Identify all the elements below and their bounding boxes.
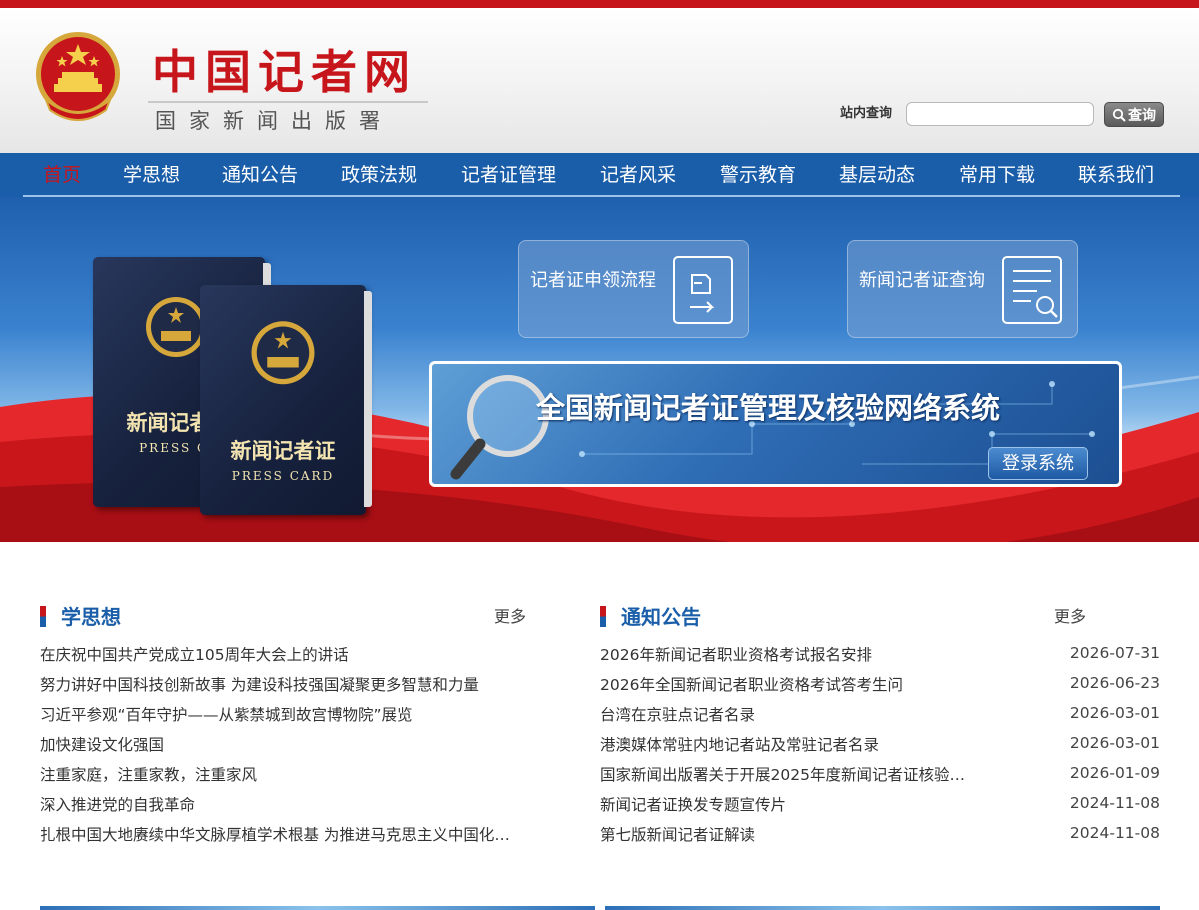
notice-list-item[interactable]: 2026年新闻记者职业资格考试报名安排 [600, 640, 1000, 670]
nav-item-local-news[interactable]: 基层动态 [839, 162, 915, 188]
press-card-search-link[interactable]: 新闻记者证查询 [847, 240, 1078, 338]
study-list-item[interactable]: 在庆祝中国共产党成立105周年大会上的讲话 [40, 640, 560, 670]
notices-more-link[interactable]: 更多 [1054, 605, 1086, 629]
system-title: 全国新闻记者证管理及核验网络系统 [536, 391, 1001, 425]
press-card-front: 新闻记者证 PRESS CARD [200, 285, 372, 515]
notices-section-header: 通知公告 [600, 603, 1100, 631]
top-accent-line [0, 0, 1199, 8]
notice-date: 2026-03-01 [1069, 734, 1160, 752]
notice-list-item[interactable]: 新闻记者证换发专题宣传片 [600, 790, 1000, 820]
press-card-front-subtitle: PRESS CARD [231, 469, 335, 483]
press-card-search-label: 新闻记者证查询 [859, 270, 985, 291]
study-list-item[interactable]: 扎根中国大地赓续中华文脉厚植学术根基 为推进马克思主义中国化… [40, 820, 560, 850]
study-section-header: 学思想 [40, 603, 540, 631]
site-header: 中国记者网 国家新闻出版署 站内查询 查询 [0, 8, 1199, 153]
bottom-banner-strip [605, 906, 1160, 910]
study-more-link[interactable]: 更多 [494, 605, 526, 629]
notice-date: 2026-07-31 [1069, 644, 1160, 662]
notice-date: 2026-01-09 [1069, 764, 1160, 782]
notice-date: 2026-06-23 [1069, 674, 1160, 692]
press-card-application-link[interactable]: 记者证申领流程 [518, 240, 749, 338]
site-title: 中国记者网 [152, 45, 417, 99]
notices-section-title: 通知公告 [621, 605, 701, 629]
nav-item-study[interactable]: 学思想 [123, 162, 180, 188]
nav-item-notices[interactable]: 通知公告 [222, 162, 298, 188]
notice-list-item[interactable]: 2026年全国新闻记者职业资格考试答考生问 [600, 670, 1000, 700]
nav-item-contact[interactable]: 联系我们 [1078, 162, 1154, 188]
search-input[interactable] [906, 102, 1094, 126]
search-icon [1112, 108, 1126, 122]
nav-item-policies[interactable]: 政策法规 [341, 162, 417, 188]
login-button[interactable]: 登录系统 [988, 447, 1088, 480]
study-section-title: 学思想 [61, 605, 121, 629]
notice-list-item[interactable]: 港澳媒体常驻内地记者站及常驻记者名录 [600, 730, 1000, 760]
title-divider [148, 101, 428, 103]
study-list-item[interactable]: 习近平参观“百年守护——从紫禁城到故宫博物院”展览 [40, 700, 560, 730]
search-label: 站内查询 [840, 106, 893, 121]
press-card-front-title: 新闻记者证 [230, 438, 336, 463]
hand-pointing-document-icon [673, 256, 733, 324]
search-button-label: 查询 [1128, 107, 1156, 124]
search-button[interactable]: 查询 [1104, 102, 1164, 127]
bottom-banner-strip [40, 906, 595, 910]
notice-date: 2026-03-01 [1069, 704, 1160, 722]
notice-date: 2024-11-08 [1069, 824, 1160, 842]
notice-list-item[interactable]: 台湾在京驻点记者名录 [600, 700, 1000, 730]
magnifier-icon [450, 375, 549, 480]
nav-item-home[interactable]: 首页 [43, 162, 81, 188]
notice-date: 2024-11-08 [1069, 794, 1160, 812]
site-subtitle: 国家新闻出版署 [155, 109, 393, 133]
notice-list-item[interactable]: 国家新闻出版署关于开展2025年度新闻记者证核验… [600, 760, 1000, 790]
study-list-item[interactable]: 注重家庭，注重家教，注重家风 [40, 760, 560, 790]
nav-item-press-card-management[interactable]: 记者证管理 [461, 162, 556, 188]
nav-item-downloads[interactable]: 常用下载 [959, 162, 1035, 188]
study-list-item[interactable]: 努力讲好中国科技创新故事 为建设科技强国凝聚更多智慧和力量 [40, 670, 560, 700]
study-list-item[interactable]: 加快建设文化强国 [40, 730, 560, 760]
press-card-system-panel[interactable]: 全国新闻记者证管理及核验网络系统 登录系统 [429, 361, 1122, 487]
study-list-item[interactable]: 深入推进党的自我革命 [40, 790, 560, 820]
nav-item-warning-education[interactable]: 警示教育 [720, 162, 796, 188]
national-emblem-icon[interactable] [32, 30, 124, 130]
press-card-emblem-icon [251, 321, 315, 385]
nav-item-journalist-profiles[interactable]: 记者风采 [600, 162, 676, 188]
section-marker [600, 606, 606, 627]
press-card-application-label: 记者证申领流程 [530, 270, 656, 291]
section-marker [40, 606, 46, 627]
notice-list-item[interactable]: 第七版新闻记者证解读 [600, 820, 1000, 850]
document-search-icon [1002, 256, 1062, 324]
